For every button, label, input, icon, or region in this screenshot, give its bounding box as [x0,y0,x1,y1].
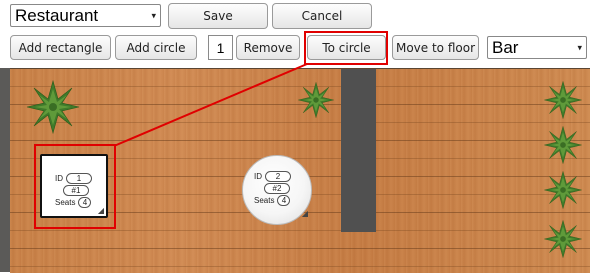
highlight-connector-line [113,63,308,147]
highlight-connector [113,63,308,147]
